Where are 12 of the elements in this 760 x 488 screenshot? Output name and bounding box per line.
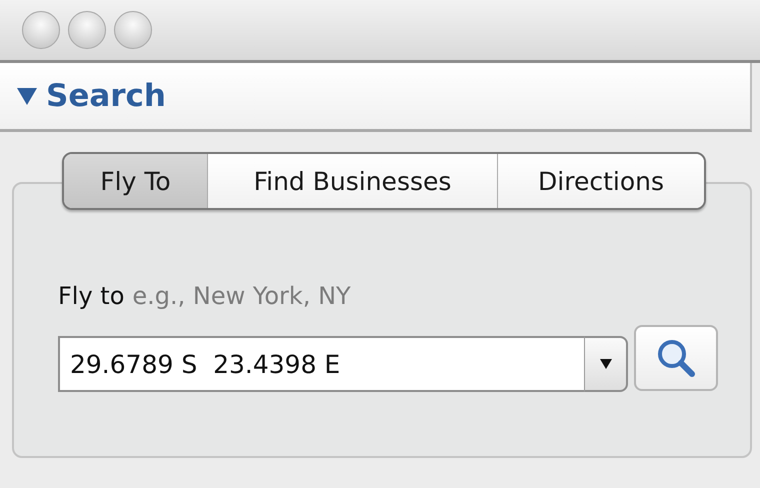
location-field[interactable]: 29.6789 S 23.4398 E: [58, 336, 584, 392]
tab[interactable]: Directions: [497, 154, 704, 208]
tab[interactable]: Fly To: [64, 154, 207, 208]
search-button[interactable]: [634, 325, 718, 391]
caret-icon: [600, 359, 612, 369]
tab[interactable]: Find Businesses: [207, 154, 497, 208]
disclosure-triangle-icon[interactable]: [16, 85, 38, 107]
field-label: Fly to e.g., New York, NY: [58, 282, 352, 310]
section-title: Search: [46, 78, 166, 114]
search-icon: [655, 337, 697, 379]
dropdown-button[interactable]: [584, 336, 628, 392]
hint-text: e.g., New York, NY: [132, 282, 351, 310]
